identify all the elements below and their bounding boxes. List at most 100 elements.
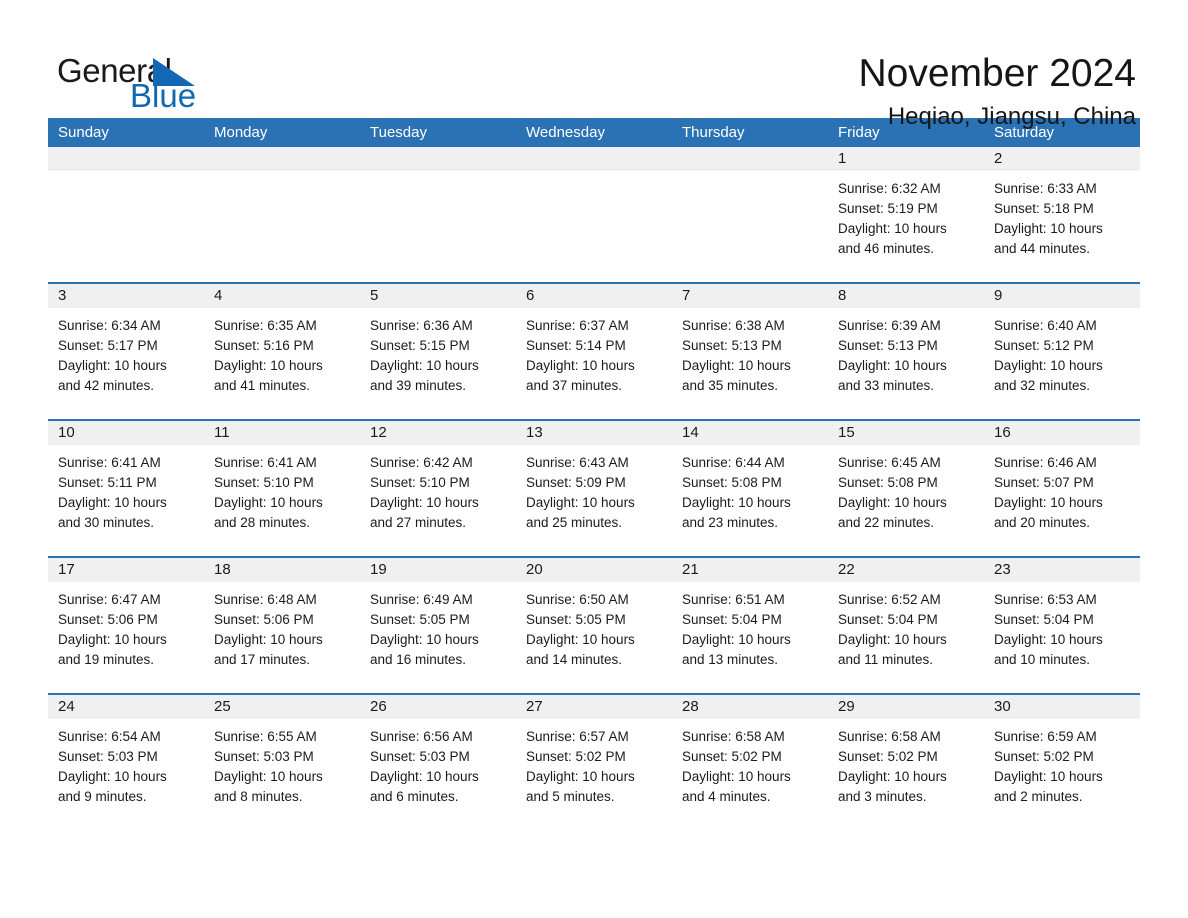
calendar-day-cell[interactable]: 17 Sunrise: 6:47 AM Sunset: 5:06 PM Dayligh…	[48, 558, 204, 693]
calendar-day-cell[interactable]: 13 Sunrise: 6:43 AM Sunset: 5:09 PM Dayligh…	[516, 421, 672, 556]
calendar-day-cell[interactable]: 1 Sunrise: 6:32 AM Sunset: 5:19 PM Daylight…	[828, 147, 984, 282]
day-number: 15	[828, 421, 984, 445]
calendar-day-cell[interactable]: 22 Sunrise: 6:52 AM Sunset: 5:04 PM Dayligh…	[828, 558, 984, 693]
daylight-duration-line2: and 14 minutes.	[526, 652, 623, 667]
calendar-day-cell[interactable]: 5 Sunrise: 6:36 AM Sunset: 5:15 PM Daylight…	[360, 284, 516, 419]
calendar-day-cell[interactable]: 7 Sunrise: 6:38 AM Sunset: 5:13 PM Daylight…	[672, 284, 828, 419]
calendar-day-cell[interactable]: 16 Sunrise: 6:46 AM Sunset: 5:07 PM Dayligh…	[984, 421, 1140, 556]
day-number: 29	[828, 695, 984, 719]
daylight-duration-line1: Daylight: 10 hours	[994, 221, 1103, 236]
calendar-day-cell[interactable]: 12 Sunrise: 6:42 AM Sunset: 5:10 PM Dayligh…	[360, 421, 516, 556]
sunset-time: Sunset: 5:06 PM	[214, 612, 314, 627]
calendar-day-cell[interactable]: 6 Sunrise: 6:37 AM Sunset: 5:14 PM Daylight…	[516, 284, 672, 419]
day-number: 14	[672, 421, 828, 445]
daylight-duration-line2: and 22 minutes.	[838, 515, 935, 530]
day-number: 28	[672, 695, 828, 719]
sunset-time: Sunset: 5:05 PM	[526, 612, 626, 627]
calendar-grid: Sunday Monday Tuesday Wednesday Thursday…	[48, 118, 1140, 830]
calendar-day-cell[interactable]: 4 Sunrise: 6:35 AM Sunset: 5:16 PM Daylight…	[204, 284, 360, 419]
sunrise-time: Sunrise: 6:56 AM	[370, 729, 473, 744]
day-details: Sunrise: 6:48 AM Sunset: 5:06 PM Daylight:…	[204, 582, 360, 670]
weekday-header-thursday: Thursday	[682, 124, 745, 141]
calendar-day-cell[interactable]: 30 Sunrise: 6:59 AM Sunset: 5:02 PM Dayligh…	[984, 695, 1140, 830]
daylight-duration-line2: and 44 minutes.	[994, 241, 1091, 256]
daylight-duration-line1: Daylight: 10 hours	[58, 358, 167, 373]
sunset-time: Sunset: 5:13 PM	[682, 338, 782, 353]
day-details	[516, 171, 672, 179]
calendar-day-cell[interactable]: 21 Sunrise: 6:51 AM Sunset: 5:04 PM Dayligh…	[672, 558, 828, 693]
day-number: 13	[516, 421, 672, 445]
daylight-duration-line2: and 30 minutes.	[58, 515, 155, 530]
sunrise-time: Sunrise: 6:52 AM	[838, 592, 941, 607]
calendar-day-cell[interactable]: 18 Sunrise: 6:48 AM Sunset: 5:06 PM Dayligh…	[204, 558, 360, 693]
day-details: Sunrise: 6:38 AM Sunset: 5:13 PM Daylight:…	[672, 308, 828, 396]
calendar-day-cell-empty	[672, 147, 828, 282]
calendar-day-cell[interactable]: 29 Sunrise: 6:58 AM Sunset: 5:02 PM Dayligh…	[828, 695, 984, 830]
calendar-day-cell[interactable]: 3 Sunrise: 6:34 AM Sunset: 5:17 PM Daylight…	[48, 284, 204, 419]
calendar-day-cell[interactable]: 25 Sunrise: 6:55 AM Sunset: 5:03 PM Dayligh…	[204, 695, 360, 830]
sunset-time: Sunset: 5:17 PM	[58, 338, 158, 353]
calendar-day-cell[interactable]: 28 Sunrise: 6:58 AM Sunset: 5:02 PM Dayligh…	[672, 695, 828, 830]
calendar-day-cell[interactable]: 23 Sunrise: 6:53 AM Sunset: 5:04 PM Dayligh…	[984, 558, 1140, 693]
day-number	[48, 147, 204, 171]
day-details	[204, 171, 360, 179]
day-number: 23	[984, 558, 1140, 582]
calendar-day-cell[interactable]: 20 Sunrise: 6:50 AM Sunset: 5:05 PM Dayligh…	[516, 558, 672, 693]
daylight-duration-line1: Daylight: 10 hours	[526, 495, 635, 510]
daylight-duration-line2: and 13 minutes.	[682, 652, 779, 667]
sunset-time: Sunset: 5:09 PM	[526, 475, 626, 490]
calendar-day-cell[interactable]: 26 Sunrise: 6:56 AM Sunset: 5:03 PM Dayligh…	[360, 695, 516, 830]
day-number: 11	[204, 421, 360, 445]
sunset-time: Sunset: 5:02 PM	[838, 749, 938, 764]
sunset-time: Sunset: 5:12 PM	[994, 338, 1094, 353]
day-details: Sunrise: 6:36 AM Sunset: 5:15 PM Daylight:…	[360, 308, 516, 396]
calendar-day-cell[interactable]: 8 Sunrise: 6:39 AM Sunset: 5:13 PM Daylight…	[828, 284, 984, 419]
day-details: Sunrise: 6:52 AM Sunset: 5:04 PM Daylight:…	[828, 582, 984, 670]
day-details: Sunrise: 6:49 AM Sunset: 5:05 PM Daylight:…	[360, 582, 516, 670]
sunrise-time: Sunrise: 6:48 AM	[214, 592, 317, 607]
sunrise-time: Sunrise: 6:41 AM	[58, 455, 161, 470]
day-number: 24	[48, 695, 204, 719]
day-number: 4	[204, 284, 360, 308]
brand-name-blue: Blue	[130, 77, 197, 114]
daylight-duration-line2: and 9 minutes.	[58, 789, 147, 804]
daylight-duration-line2: and 28 minutes.	[214, 515, 311, 530]
daylight-duration-line1: Daylight: 10 hours	[994, 495, 1103, 510]
day-details: Sunrise: 6:41 AM Sunset: 5:10 PM Daylight:…	[204, 445, 360, 533]
calendar-day-cell[interactable]: 19 Sunrise: 6:49 AM Sunset: 5:05 PM Dayligh…	[360, 558, 516, 693]
calendar-day-cell[interactable]: 9 Sunrise: 6:40 AM Sunset: 5:12 PM Daylight…	[984, 284, 1140, 419]
sunrise-time: Sunrise: 6:38 AM	[682, 318, 785, 333]
daylight-duration-line1: Daylight: 10 hours	[370, 358, 479, 373]
weekday-header-wednesday: Wednesday	[526, 124, 605, 141]
sunrise-time: Sunrise: 6:53 AM	[994, 592, 1097, 607]
day-details: Sunrise: 6:43 AM Sunset: 5:09 PM Daylight:…	[516, 445, 672, 533]
calendar-day-cell[interactable]: 24 Sunrise: 6:54 AM Sunset: 5:03 PM Dayligh…	[48, 695, 204, 830]
brand-logo: General Blue	[57, 48, 207, 118]
day-number: 25	[204, 695, 360, 719]
day-details: Sunrise: 6:58 AM Sunset: 5:02 PM Daylight:…	[672, 719, 828, 807]
day-details: Sunrise: 6:42 AM Sunset: 5:10 PM Daylight:…	[360, 445, 516, 533]
calendar-day-cell[interactable]: 10 Sunrise: 6:41 AM Sunset: 5:11 PM Dayligh…	[48, 421, 204, 556]
sunset-time: Sunset: 5:11 PM	[58, 475, 157, 490]
day-number: 3	[48, 284, 204, 308]
daylight-duration-line1: Daylight: 10 hours	[370, 769, 479, 784]
sunset-time: Sunset: 5:08 PM	[838, 475, 938, 490]
calendar-day-cell[interactable]: 14 Sunrise: 6:44 AM Sunset: 5:08 PM Dayligh…	[672, 421, 828, 556]
calendar-day-cell[interactable]: 11 Sunrise: 6:41 AM Sunset: 5:10 PM Dayligh…	[204, 421, 360, 556]
daylight-duration-line1: Daylight: 10 hours	[838, 632, 947, 647]
daylight-duration-line1: Daylight: 10 hours	[682, 495, 791, 510]
daylight-duration-line2: and 19 minutes.	[58, 652, 155, 667]
daylight-duration-line1: Daylight: 10 hours	[526, 358, 635, 373]
day-details: Sunrise: 6:50 AM Sunset: 5:05 PM Daylight:…	[516, 582, 672, 670]
day-number: 18	[204, 558, 360, 582]
daylight-duration-line2: and 33 minutes.	[838, 378, 935, 393]
daylight-duration-line2: and 37 minutes.	[526, 378, 623, 393]
calendar-day-cell[interactable]: 27 Sunrise: 6:57 AM Sunset: 5:02 PM Dayligh…	[516, 695, 672, 830]
sunset-time: Sunset: 5:04 PM	[994, 612, 1094, 627]
day-details: Sunrise: 6:46 AM Sunset: 5:07 PM Daylight:…	[984, 445, 1140, 533]
calendar-week-row: 10 Sunrise: 6:41 AM Sunset: 5:11 PM Dayligh…	[48, 419, 1140, 556]
day-number: 21	[672, 558, 828, 582]
calendar-day-cell[interactable]: 15 Sunrise: 6:45 AM Sunset: 5:08 PM Dayligh…	[828, 421, 984, 556]
sunrise-time: Sunrise: 6:54 AM	[58, 729, 161, 744]
calendar-day-cell[interactable]: 2 Sunrise: 6:33 AM Sunset: 5:18 PM Daylight…	[984, 147, 1140, 282]
